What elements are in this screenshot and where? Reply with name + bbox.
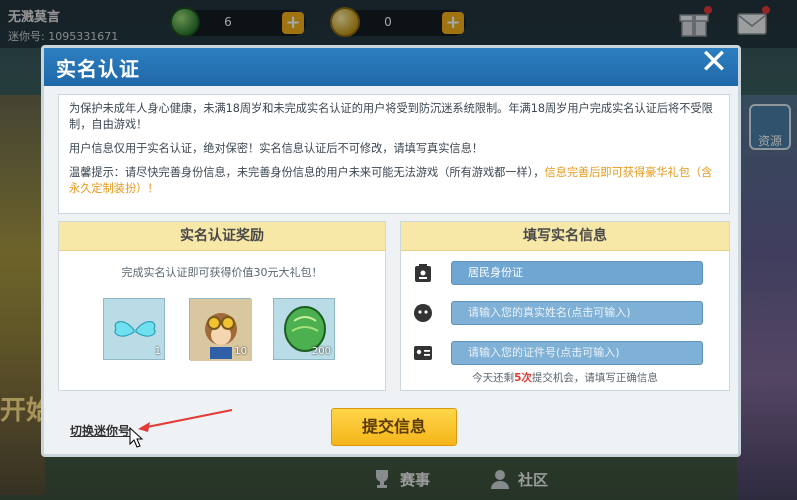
user-icon — [413, 303, 433, 323]
reward-panel: 实名认证奖励 完成实名认证即可获得价值30元大礼包！ 1 10 200 — [58, 221, 386, 391]
switch-account-link[interactable]: 切换迷你号 — [70, 422, 130, 439]
reward-item-gem: 200 — [273, 298, 335, 360]
dialog-title: 实名认证 — [56, 57, 140, 81]
id-number-row: 请输入您的证件号(点击可输入) — [413, 340, 703, 366]
attempts-prefix: 今天还剩 — [472, 372, 515, 384]
id-number-input[interactable]: 请输入您的证件号(点击可输入) — [451, 341, 703, 365]
attempts-count: 5次 — [514, 372, 532, 384]
reward-item-wings: 1 — [103, 298, 165, 360]
close-button[interactable]: ✕ — [696, 44, 732, 80]
info-panel: 填写实名信息 居民身份证 请输入您的真实姓名(点击可输入) 请输入您的证件号(点… — [400, 221, 730, 391]
id-number-icon — [413, 343, 433, 363]
info-panel-header: 填写实名信息 — [401, 222, 729, 251]
reward-description: 完成实名认证即可获得价值30元大礼包！ — [121, 266, 323, 279]
attempts-remaining: 今天还剩5次提交机会，请填写正确信息 — [401, 370, 729, 385]
reward-count: 1 — [154, 346, 161, 357]
reward-count: 200 — [311, 346, 331, 357]
notice-paragraph-3: 温馨提示：请尽快完善身份信息，未完善身份信息的用户未来可能无法游戏（所有游戏都一… — [69, 165, 719, 197]
real-name-input[interactable]: 请输入您的真实姓名(点击可输入) — [451, 301, 703, 325]
dialog-header: 实名认证 — [44, 48, 738, 86]
notice-tip-text: 温馨提示：请尽快完善身份信息，未完善身份信息的用户未来可能无法游戏（所有游戏都一… — [69, 166, 545, 179]
notice-box: 为保护未成年人身心健康，未满18周岁和未完成实名认证的用户将受到防沉迷系统限制。… — [58, 94, 730, 214]
attempts-suffix: 提交机会，请填写正确信息 — [531, 372, 658, 384]
notice-paragraph-1: 为保护未成年人身心健康，未满18周岁和未完成实名认证的用户将受到防沉迷系统限制。… — [69, 102, 713, 131]
reward-count: 10 — [234, 346, 247, 357]
id-type-select[interactable]: 居民身份证 — [451, 261, 703, 285]
id-card-icon — [413, 263, 433, 283]
reward-item-character: 10 — [189, 298, 252, 361]
name-row: 请输入您的真实姓名(点击可输入) — [413, 300, 703, 326]
id-type-row: 居民身份证 — [413, 260, 703, 286]
notice-paragraph-2: 用户信息仅用于实名认证，绝对保密！实名信息认证后不可修改，请填写真实信息！ — [69, 142, 483, 155]
real-name-dialog: 实名认证 ✕ 为保护未成年人身心健康，未满18周岁和未完成实名认证的用户将受到防… — [41, 44, 741, 457]
reward-panel-header: 实名认证奖励 — [59, 222, 385, 251]
submit-button[interactable]: 提交信息 — [331, 408, 457, 446]
